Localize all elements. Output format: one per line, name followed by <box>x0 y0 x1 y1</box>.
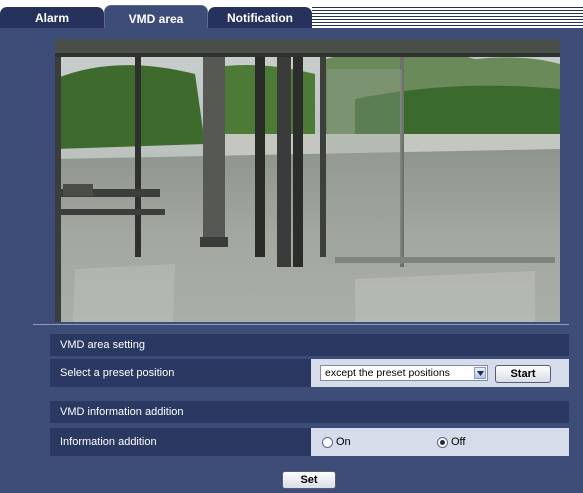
preset-position-select[interactable]: except the preset positions <box>320 365 488 381</box>
radio-off-label: Off <box>451 436 466 448</box>
radio-on-circle-icon[interactable] <box>322 436 333 448</box>
vmd-area-setting-heading: VMD area setting <box>50 334 569 356</box>
chevron-down-icon[interactable] <box>474 367 486 379</box>
main-panel: VMD area setting Select a preset positio… <box>0 28 583 493</box>
preset-position-row: Select a preset position except the pres… <box>50 359 569 387</box>
information-addition-value-cell: On Off <box>311 428 569 456</box>
tab-notification[interactable]: Notification <box>208 7 312 28</box>
information-addition-row: Information addition On Off <box>50 428 569 456</box>
information-addition-label: Information addition <box>60 436 157 448</box>
section-divider <box>33 324 569 325</box>
tab-vmd-area[interactable]: VMD area <box>104 5 208 29</box>
radio-on[interactable]: On <box>322 428 351 456</box>
preset-position-label: Select a preset position <box>60 367 175 379</box>
preset-position-value-cell: except the preset positions Start <box>311 359 569 387</box>
vmd-settings-page: Alarm VMD area Notification VMD area set… <box>0 0 583 493</box>
start-button[interactable]: Start <box>495 365 551 383</box>
tab-alarm[interactable]: Alarm <box>0 7 104 28</box>
radio-on-label: On <box>336 436 351 448</box>
radio-off[interactable]: Off <box>437 428 465 456</box>
camera-scene-icon <box>55 39 560 322</box>
radio-off-circle-icon[interactable] <box>437 436 448 448</box>
camera-live-image[interactable] <box>55 39 560 322</box>
vmd-information-heading: VMD information addition <box>50 401 569 423</box>
tab-bar: Alarm VMD area Notification <box>0 0 583 29</box>
set-button[interactable]: Set <box>282 471 336 489</box>
preset-position-selected-value: except the preset positions <box>325 367 450 379</box>
tab-bar-stripe <box>312 7 583 28</box>
